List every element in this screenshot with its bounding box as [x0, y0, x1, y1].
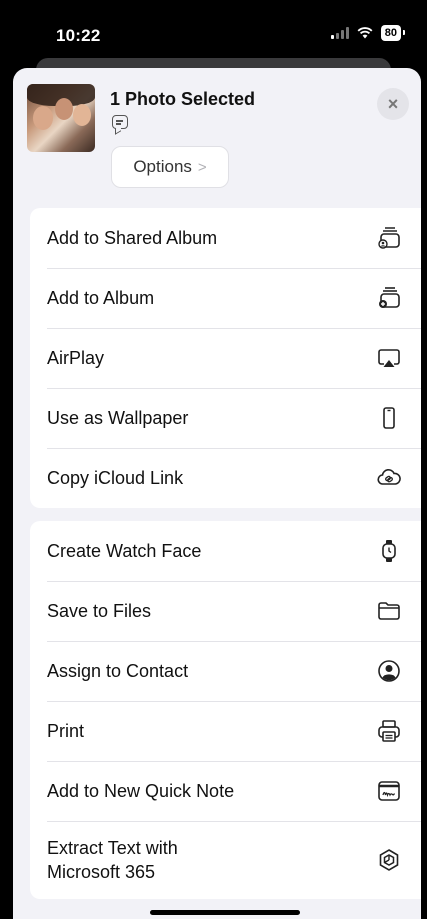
- icloud-link-icon: [375, 464, 403, 492]
- wifi-icon: [357, 27, 373, 39]
- chevron-right-icon: >: [197, 158, 207, 176]
- action-add-to-shared-album[interactable]: Add to Shared Album: [30, 208, 421, 268]
- actions-group-2: Create Watch Face Save to Files Assign t…: [30, 521, 421, 899]
- status-time: 10:22: [56, 26, 101, 45]
- quick-note-icon: [375, 777, 403, 805]
- battery-icon: 80: [380, 25, 406, 41]
- folder-icon: [375, 597, 403, 625]
- action-label: Add to New Quick Note: [47, 781, 235, 801]
- action-label: Print: [47, 721, 85, 741]
- action-label: Extract Text with Microsoft 365: [47, 838, 178, 882]
- action-use-as-wallpaper[interactable]: Use as Wallpaper: [30, 388, 421, 448]
- status-bar: 10:22 80: [0, 0, 427, 62]
- share-title: 1 Photo Selected: [110, 89, 256, 109]
- photo-thumbnail: [27, 84, 95, 152]
- airplay-icon: [375, 344, 403, 372]
- action-save-to-files[interactable]: Save to Files: [30, 581, 421, 641]
- action-extract-text-microsoft-365[interactable]: Extract Text with Microsoft 365: [30, 821, 421, 899]
- action-add-to-new-quick-note[interactable]: Add to New Quick Note: [30, 761, 421, 821]
- options-button[interactable]: Options >: [111, 146, 229, 188]
- cellular-signal-icon: [330, 27, 349, 39]
- close-button[interactable]: ×: [377, 88, 409, 120]
- action-label: Add to Album: [47, 288, 155, 308]
- action-airplay[interactable]: AirPlay: [30, 328, 421, 388]
- share-sheet-header: 1 Photo Selected Options > ×: [13, 68, 421, 208]
- phone-icon: [375, 404, 403, 432]
- album-icon: [375, 284, 403, 312]
- status-indicators: 80: [330, 25, 406, 41]
- watch-icon: [375, 537, 403, 565]
- actions-group-1: Add to Shared Album Add to Album AirPlay…: [30, 208, 421, 508]
- action-label: Copy iCloud Link: [47, 468, 184, 488]
- action-label: Add to Shared Album: [47, 228, 218, 248]
- action-add-to-album[interactable]: Add to Album: [30, 268, 421, 328]
- action-print[interactable]: Print: [30, 701, 421, 761]
- action-label: Use as Wallpaper: [47, 408, 189, 428]
- contact-icon: [375, 657, 403, 685]
- action-create-watch-face[interactable]: Create Watch Face: [30, 521, 421, 581]
- action-label: Assign to Contact: [47, 661, 189, 681]
- action-label: AirPlay: [47, 348, 105, 368]
- shared-album-icon: [375, 224, 403, 252]
- action-label: Save to Files: [47, 601, 152, 621]
- printer-icon: [375, 717, 403, 745]
- caption-icon[interactable]: [112, 115, 128, 129]
- home-indicator[interactable]: [150, 910, 300, 915]
- options-label: Options: [133, 157, 192, 176]
- action-assign-to-contact[interactable]: Assign to Contact: [30, 641, 421, 701]
- action-copy-icloud-link[interactable]: Copy iCloud Link: [30, 448, 421, 508]
- action-label: Create Watch Face: [47, 541, 202, 561]
- share-sheet: 1 Photo Selected Options > × Add to Shar…: [13, 68, 421, 919]
- microsoft-365-icon: [375, 846, 403, 874]
